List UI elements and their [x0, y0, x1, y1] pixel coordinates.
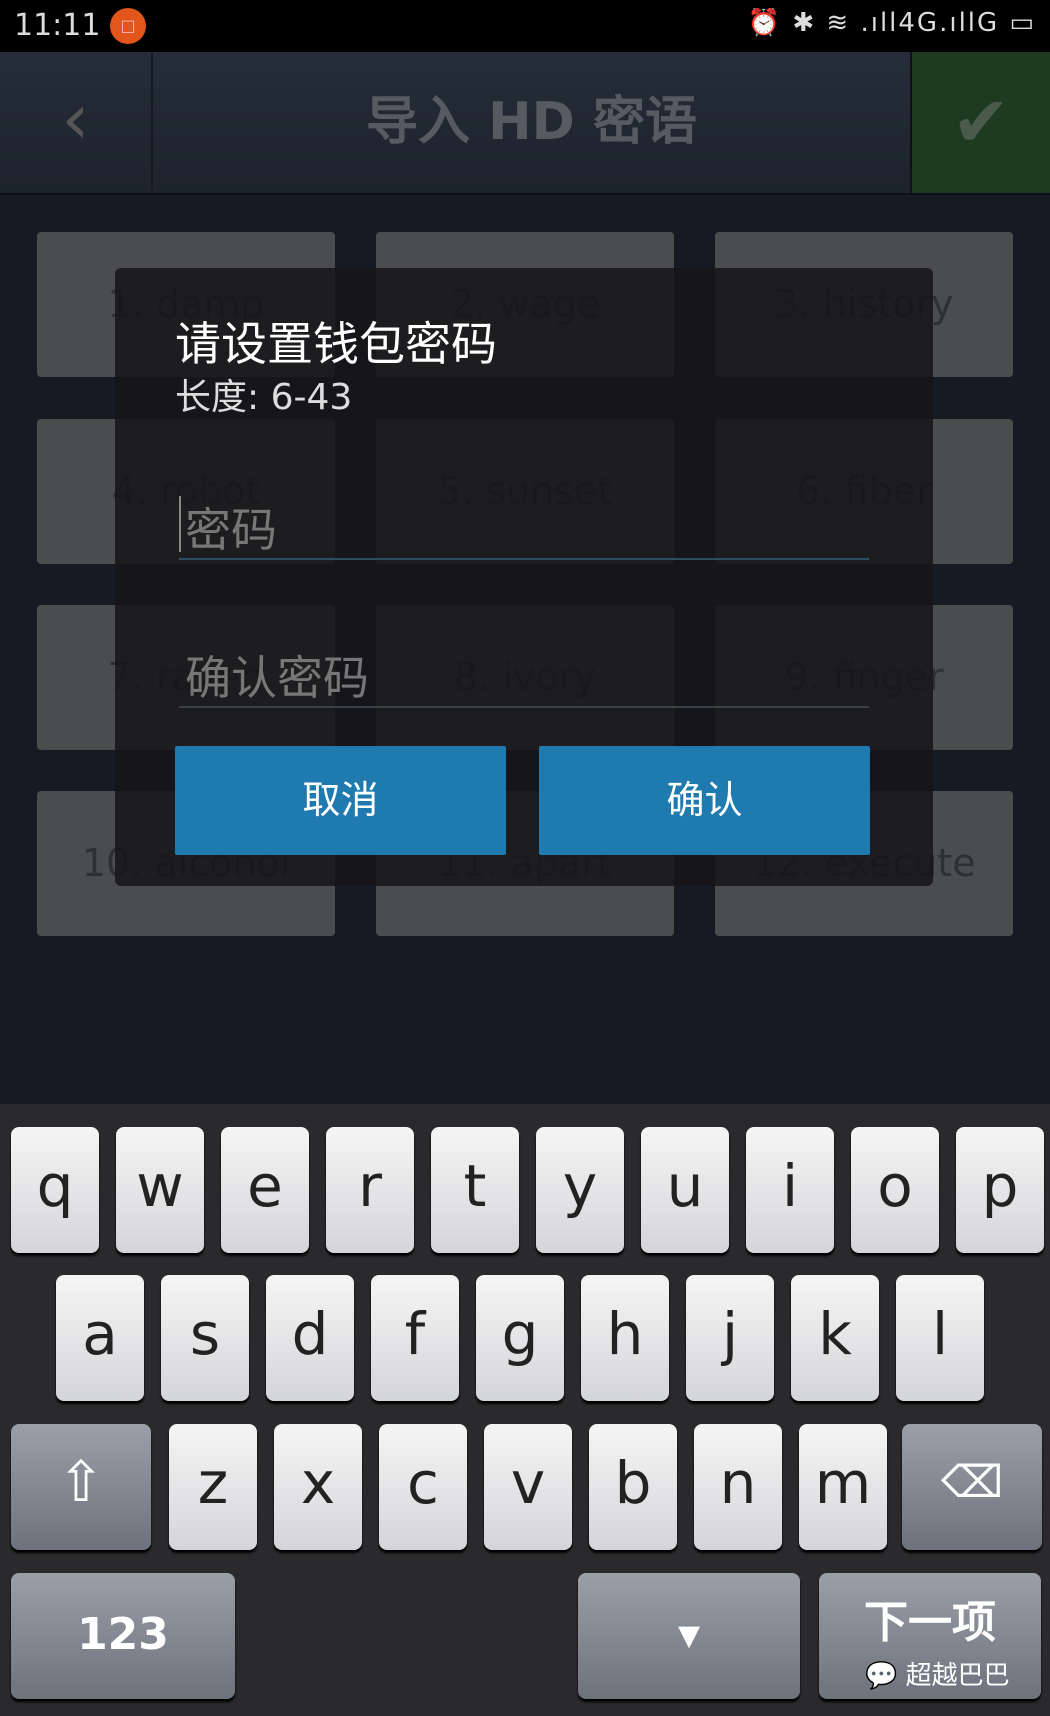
check-icon[interactable]: ✔: [910, 52, 1050, 193]
key-n[interactable]: n: [694, 1424, 782, 1550]
clock: 11:11: [14, 8, 101, 43]
key-c[interactable]: c: [379, 1424, 467, 1550]
watermark-text: 超越巴巴: [905, 1661, 1010, 1691]
password-placeholder: 密码: [185, 503, 277, 557]
key-g[interactable]: g: [476, 1275, 564, 1401]
key-j[interactable]: j: [686, 1275, 774, 1401]
chevron-left-icon[interactable]: ‹: [0, 52, 153, 193]
app-notification-icon: □: [110, 8, 146, 44]
backspace-icon[interactable]: ⌫: [902, 1424, 1042, 1550]
key-r[interactable]: r: [326, 1127, 414, 1253]
key-u[interactable]: u: [641, 1127, 729, 1253]
key-e[interactable]: e: [221, 1127, 309, 1253]
key-i[interactable]: i: [746, 1127, 834, 1253]
key-s[interactable]: s: [161, 1275, 249, 1401]
cancel-button[interactable]: 取消: [175, 746, 506, 855]
key-l[interactable]: l: [896, 1275, 984, 1401]
key-q[interactable]: q: [11, 1127, 99, 1253]
key-x[interactable]: x: [274, 1424, 362, 1550]
key-p[interactable]: p: [956, 1127, 1044, 1253]
key-v[interactable]: v: [484, 1424, 572, 1550]
key-t[interactable]: t: [431, 1127, 519, 1253]
key-h[interactable]: h: [581, 1275, 669, 1401]
watermark: 💬 超越巴巴: [865, 1661, 1010, 1691]
key-o[interactable]: o: [851, 1127, 939, 1253]
set-password-dialog: 请设置钱包密码 长度: 6-43 密码 确认密码 取消 确认: [115, 268, 933, 886]
key-f[interactable]: f: [371, 1275, 459, 1401]
key-d[interactable]: d: [266, 1275, 354, 1401]
key-z[interactable]: z: [169, 1424, 257, 1550]
key-w[interactable]: w: [116, 1127, 204, 1253]
key-a[interactable]: a: [56, 1275, 144, 1401]
status-bar: 11:11 □ ⏰ ✱ ≋ .ıll4G.ıllG ▭: [0, 0, 1050, 52]
key-k[interactable]: k: [791, 1275, 879, 1401]
shift-icon[interactable]: ⇧: [11, 1424, 151, 1550]
page-title: 导入 HD 密语: [366, 92, 697, 152]
numbers-key[interactable]: 123: [11, 1573, 235, 1699]
confirm-password-placeholder: 确认密码: [185, 651, 369, 705]
confirm-password-input[interactable]: 确认密码: [179, 638, 869, 708]
dialog-title: 请设置钱包密码: [175, 317, 497, 371]
confirm-button[interactable]: 确认: [539, 746, 870, 855]
key-y[interactable]: y: [536, 1127, 624, 1253]
keyboard-hide-icon[interactable]: ▾: [578, 1573, 800, 1699]
dialog-subtitle: 长度: 6-43: [175, 377, 353, 418]
key-m[interactable]: m: [799, 1424, 887, 1550]
key-b[interactable]: b: [589, 1424, 677, 1550]
status-icons: ⏰ ✱ ≋ .ıll4G.ıllG ▭: [747, 8, 1036, 38]
next-key-label: 下一项: [864, 1597, 996, 1648]
header: ‹ 导入 HD 密语 ✔: [0, 52, 1050, 195]
password-input[interactable]: 密码: [179, 490, 869, 560]
